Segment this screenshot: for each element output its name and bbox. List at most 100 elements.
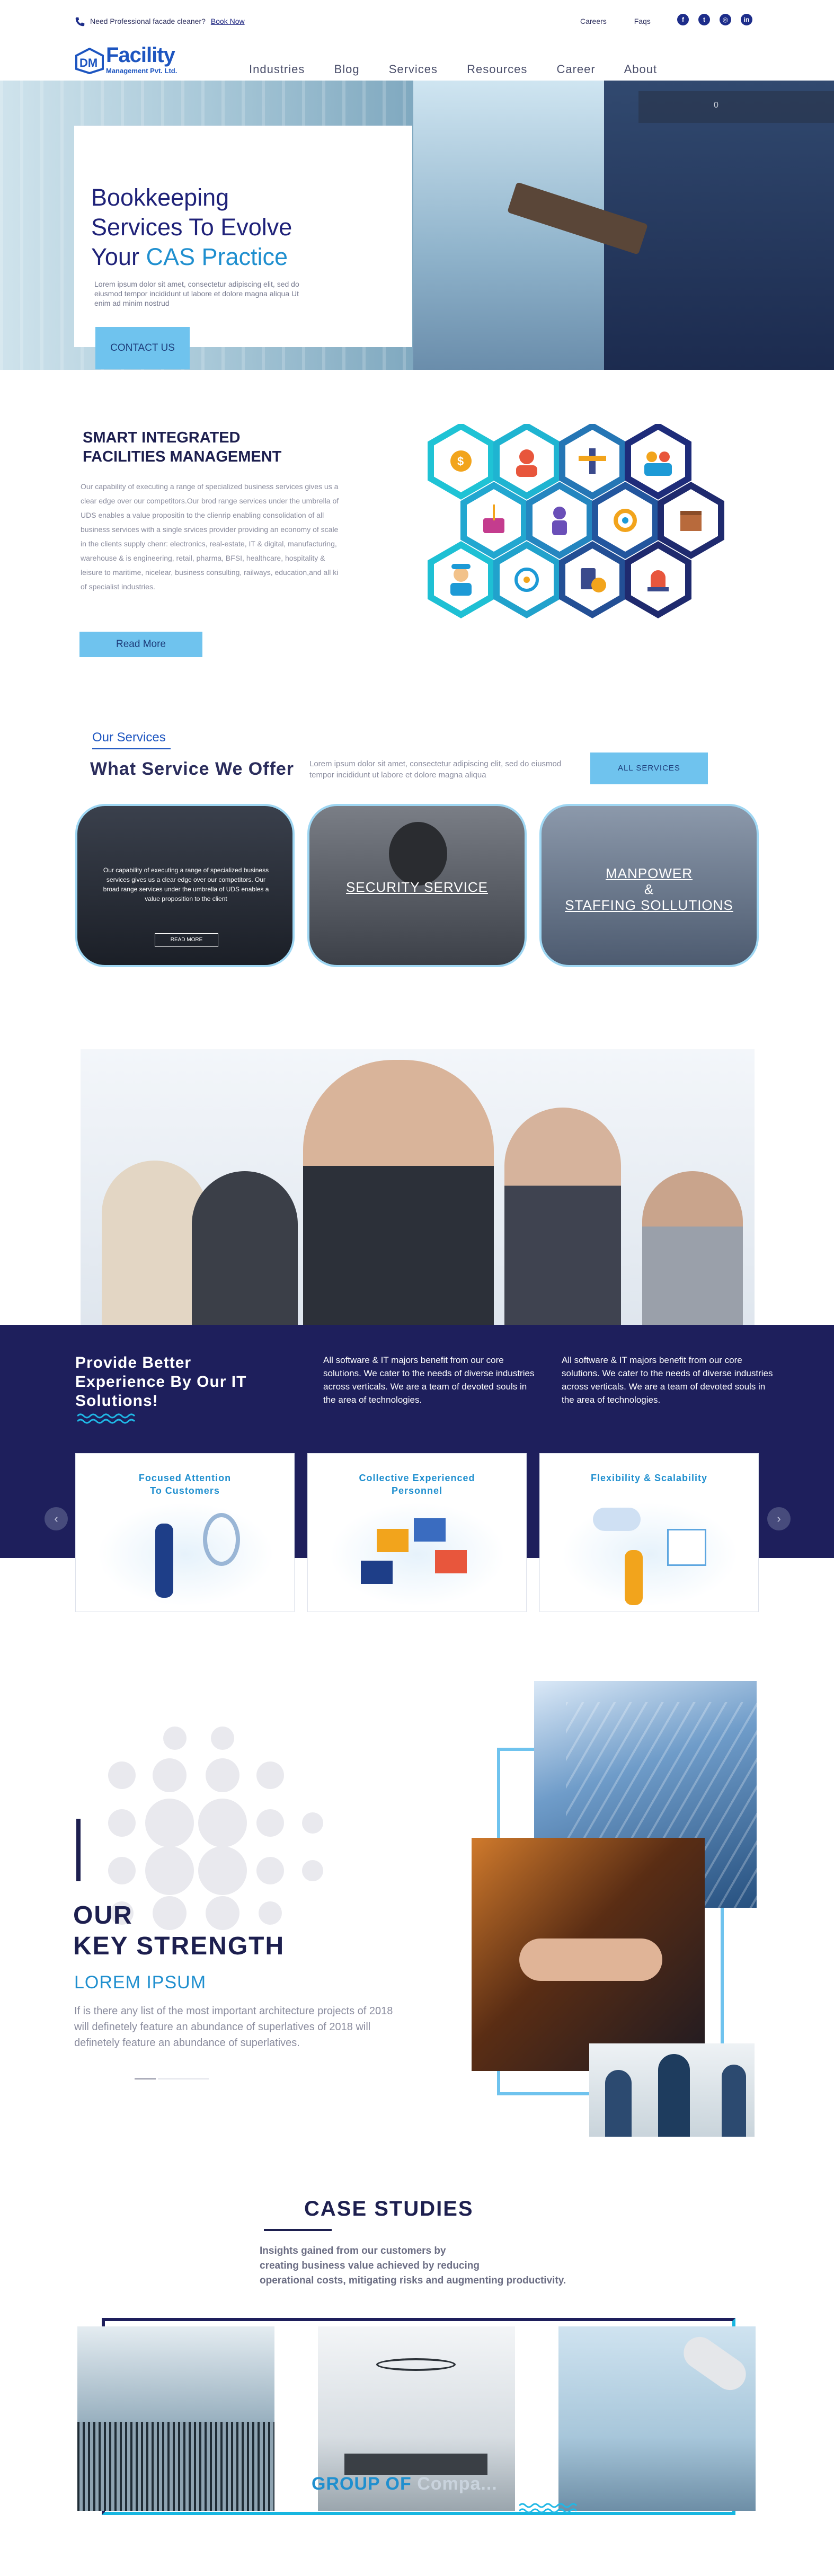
- nav-industries[interactable]: Industries: [249, 63, 305, 76]
- hero-title-line3a: Your: [91, 243, 139, 270]
- case-studies-title: CASE STUDIES: [304, 2197, 474, 2220]
- support-agent-hex-icon: [493, 424, 560, 500]
- it-card-2-line2: Personnel: [391, 1485, 443, 1496]
- money-bag-hex-icon: $: [428, 424, 494, 500]
- slider-indicator-inactive[interactable]: [158, 2078, 209, 2079]
- it-card-collective-personnel[interactable]: Collective Experienced Personnel: [307, 1453, 527, 1612]
- service-card-read-more-button[interactable]: READ MORE: [155, 933, 218, 947]
- case-study-cctv-image[interactable]: [558, 2326, 756, 2511]
- calculator-money-hex-icon: [559, 541, 626, 618]
- hero-card: Bookkeeping Services To Evolve Your CAS …: [74, 126, 412, 369]
- target-icon: [203, 1513, 240, 1566]
- linkedin-icon[interactable]: in: [741, 14, 752, 25]
- all-services-button[interactable]: ALL SERVICES: [590, 753, 708, 784]
- service-card-manpower-label-a: MANPOWER: [606, 865, 693, 881]
- wave-decoration-icon: [519, 2503, 578, 2513]
- hero-title: Bookkeeping Services To Evolve Your CAS …: [91, 183, 388, 272]
- barrier-hex-icon: [559, 424, 626, 500]
- meeting-table: [344, 2454, 487, 2475]
- service-card-facility[interactable]: Our capability of executing a range of s…: [75, 804, 295, 967]
- read-more-button[interactable]: Read More: [79, 632, 202, 657]
- facilities-body: Our capability of executing a range of s…: [81, 482, 339, 591]
- hero-title-line1: Bookkeeping: [91, 184, 229, 211]
- it-card-caption: Flexibility & Scalability: [540, 1472, 758, 1484]
- security-guard-image: [389, 822, 447, 886]
- key-strength-title-line2: KEY STRENGTH: [73, 1932, 285, 1960]
- team-hex-icon: [625, 424, 691, 500]
- video-tile-icon: [435, 1550, 467, 1573]
- wave-decoration-icon: [77, 1413, 136, 1424]
- worker-hex-icon: [526, 482, 593, 559]
- cleaner-figure: [722, 2065, 746, 2137]
- service-card-facility-text: Our capability of executing a range of s…: [103, 866, 269, 902]
- cctv-camera-icon: [677, 2331, 752, 2396]
- team-man-right-image: [504, 1108, 621, 1325]
- group-label-a: GROUP OF: [312, 2474, 412, 2494]
- top-links: Careers Faqs: [580, 17, 676, 25]
- cleaner-figure: [658, 2054, 690, 2137]
- carousel-next-button[interactable]: ›: [767, 1507, 791, 1530]
- it-text-2: All software & IT majors benefit from ou…: [562, 1355, 773, 1405]
- service-card-manpower-label-c: STAFFING SOLLUTIONS: [565, 897, 733, 913]
- alarm-light-hex-icon: [625, 541, 691, 618]
- target-illustration: [97, 1502, 274, 1606]
- woman-figure: [625, 1550, 643, 1605]
- refresh-cycle-hex-icon: [493, 541, 560, 618]
- services-kicker: Our Services: [92, 730, 171, 749]
- cleaning-hex-icon: [460, 482, 527, 559]
- logo-name: Facility: [106, 43, 175, 67]
- team-lead-man-image: [303, 1060, 494, 1325]
- key-strength-title: OUR KEY STRENGTH: [73, 1900, 285, 1962]
- nav-blog[interactable]: Blog: [334, 63, 360, 76]
- nav-career[interactable]: Career: [556, 63, 595, 76]
- it-text-1: All software & IT majors benefit from ou…: [323, 1355, 535, 1405]
- facebook-icon[interactable]: f: [677, 14, 689, 25]
- it-card-focused-attention[interactable]: Focused Attention To Customers: [75, 1453, 295, 1612]
- carousel-prev-button[interactable]: ‹: [45, 1507, 68, 1530]
- case-studies-text-line1: Insights gained from our customers by: [260, 2245, 446, 2256]
- service-card-security-label: SECURITY SERVICE: [346, 879, 488, 895]
- facilities-title-line1: SMART INTEGRATED: [83, 429, 241, 446]
- careers-link[interactable]: Careers: [580, 17, 607, 25]
- twitter-icon[interactable]: t: [698, 14, 710, 25]
- service-card-manpower[interactable]: MANPOWER & STAFFING SOLLUTIONS: [539, 804, 759, 967]
- case-study-escalator-image[interactable]: [77, 2326, 274, 2511]
- escalator-steps: [77, 2422, 274, 2511]
- nav-about[interactable]: About: [624, 63, 658, 76]
- faqs-link[interactable]: Faqs: [634, 17, 651, 25]
- hero-banner: 0 Bookkeeping Services To Evolve Your CA…: [0, 81, 834, 370]
- case-studies-text: Insights gained from our customers by cr…: [260, 2244, 662, 2288]
- main-nav: Industries Blog Services Resources Caree…: [249, 63, 682, 76]
- book-now-link[interactable]: Book Now: [211, 17, 245, 25]
- service-card-security[interactable]: SECURITY SERVICE: [307, 804, 527, 967]
- it-card-2-line1: Collective Experienced: [359, 1473, 475, 1483]
- facilities-title: SMART INTEGRATED FACILITIES MANAGEMENT: [83, 428, 281, 466]
- it-card-caption: Focused Attention To Customers: [76, 1472, 294, 1497]
- nav-services[interactable]: Services: [389, 63, 438, 76]
- it-card-1-line2: To Customers: [150, 1485, 220, 1496]
- slide-indicator[interactable]: 0: [714, 101, 718, 110]
- video-tile-icon: [361, 1561, 393, 1584]
- nav-resources[interactable]: Resources: [467, 63, 527, 76]
- team-woman-right-image: [642, 1171, 743, 1325]
- cloud-icon: [593, 1508, 641, 1531]
- services-description: Lorem ipsum dolor sit amet, consectetur …: [309, 759, 562, 780]
- svg-text:$: $: [457, 455, 464, 468]
- slider-indicator-active[interactable]: [135, 2078, 156, 2079]
- case-studies-underline: [264, 2229, 332, 2231]
- contact-us-button[interactable]: CONTACT US: [95, 327, 190, 369]
- cleaner-figure: [605, 2070, 632, 2137]
- handshake-hands: [519, 1938, 662, 1981]
- group-label-b: Compa...: [417, 2474, 498, 2494]
- promo-label: Need Professional facade cleaner?: [90, 17, 206, 25]
- logo[interactable]: DM Facility Management Pvt. Ltd.: [74, 43, 196, 75]
- it-card-flexibility[interactable]: Flexibility & Scalability: [539, 1453, 759, 1612]
- it-card-3-line1: Flexibility & Scalability: [590, 1473, 708, 1483]
- key-strength-accent-bar: [76, 1819, 81, 1881]
- delivery-box-hex-icon: [658, 482, 724, 559]
- hero-body: Lorem ipsum dolor sit amet, consectetur …: [94, 280, 299, 307]
- ceiling-lamp: [376, 2358, 456, 2371]
- hero-slide-indicator-band: 0: [638, 91, 834, 123]
- instagram-icon[interactable]: ◎: [720, 14, 731, 25]
- it-title: Provide Better Experience By Our IT Solu…: [75, 1353, 246, 1411]
